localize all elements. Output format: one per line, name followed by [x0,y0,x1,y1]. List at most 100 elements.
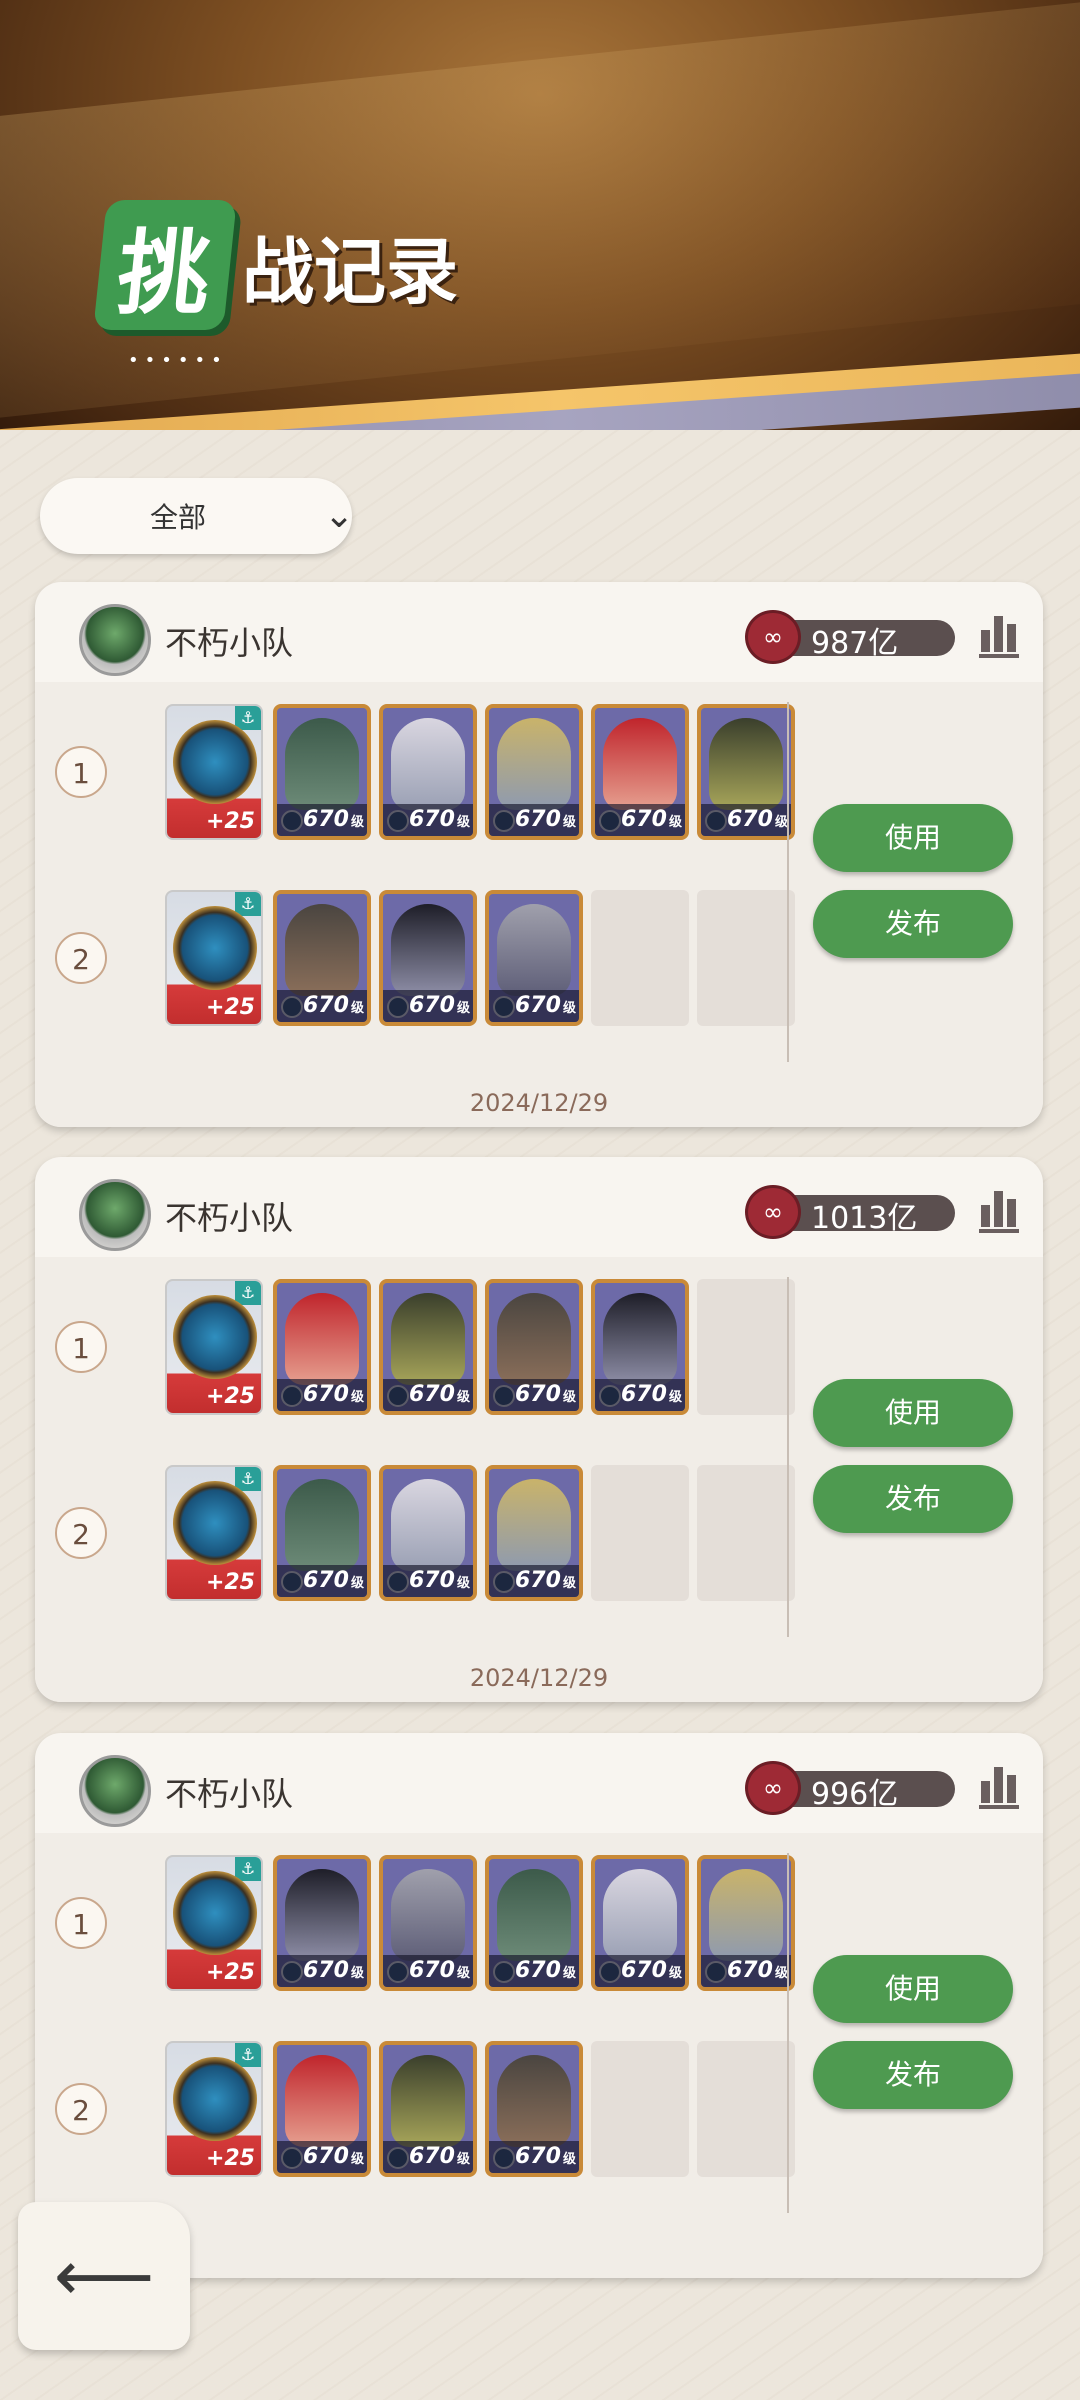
hero-level: 670 级 [277,1379,367,1411]
hero-level: 670 级 [277,1565,367,1597]
empty-slot[interactable] [697,1465,795,1601]
record-date: 2024/12/29 [469,1664,609,1692]
anchor-icon: ⚓ [235,892,261,916]
artifact-bonus: +25 [205,2146,255,2171]
hero-level: 670 级 [701,1955,791,1987]
hero-slot[interactable]: 670 级 [273,2041,371,2177]
artifact-bonus: +25 [205,1384,255,1409]
anchor-icon: ⚓ [235,1281,261,1305]
hero-portrait [709,1869,783,1961]
hero-level: 670 级 [489,990,579,1022]
hero-portrait [497,1479,571,1571]
stats-icon[interactable] [979,1763,1019,1809]
record-card: 不朽小队 ∞ 1013亿 1 ⚓ +25 670 级 670 级 670 级 6… [35,1157,1043,1702]
artifact-bonus: +25 [205,1570,255,1595]
artifact-icon [173,720,257,804]
team-row: 1 ⚓ +25 670 级 670 级 670 级 670 级 [55,1279,795,1419]
hero-slot[interactable]: 670 级 [591,1279,689,1415]
hero-slot[interactable]: 670 级 [697,704,795,840]
avatar[interactable] [79,1755,151,1827]
hero-level: 670 级 [489,1955,579,1987]
hero-portrait [497,2055,571,2147]
team-name: 不朽小队 [165,624,294,662]
artifact-slot[interactable]: ⚓ +25 [165,2041,263,2177]
artifact-icon [173,1481,257,1565]
anchor-icon: ⚓ [235,2043,261,2067]
artifact-bonus: +25 [205,995,255,1020]
hero-slot[interactable]: 670 级 [379,890,477,1026]
artifact-bonus: +25 [205,1960,255,1985]
empty-slot[interactable] [697,890,795,1026]
artifact-slot[interactable]: ⚓ +25 [165,1465,263,1601]
row-number: 1 [55,1321,107,1373]
empty-slot[interactable] [591,2041,689,2177]
team-row: 1 ⚓ +25 670 级 670 级 670 级 670 级 [55,704,795,844]
artifact-slot[interactable]: ⚓ +25 [165,890,263,1026]
hero-slot[interactable]: 670 级 [273,1279,371,1415]
hero-slot[interactable]: 670 级 [273,704,371,840]
page-title: 挑 战记录 [93,190,459,340]
hero-slot[interactable]: 670 级 [697,1855,795,1991]
hero-slot[interactable]: 670 级 [379,2041,477,2177]
hero-portrait [391,1869,465,1961]
avatar[interactable] [79,1179,151,1251]
stats-icon[interactable] [979,1187,1019,1233]
hero-portrait [497,1869,571,1961]
hero-level: 670 级 [383,804,473,836]
hero-portrait [603,1869,677,1961]
hero-slot[interactable]: 670 级 [591,704,689,840]
hero-portrait [709,718,783,810]
empty-slot[interactable] [697,1279,795,1415]
artifact-icon [173,906,257,990]
hero-slot[interactable]: 670 级 [379,704,477,840]
artifact-icon [173,2057,257,2141]
divider [787,1277,789,1637]
hero-portrait [285,718,359,810]
publish-button[interactable]: 发布 [813,890,1013,958]
empty-slot[interactable] [591,1465,689,1601]
hero-slot[interactable]: 670 级 [485,2041,583,2177]
hero-slot[interactable]: 670 级 [485,1279,583,1415]
team-row: 2 ⚓ +25 670 级 670 级 670 级 [55,890,795,1030]
hero-slot[interactable]: 670 级 [591,1855,689,1991]
back-button[interactable]: ⟵ [18,2202,190,2350]
card-header: 不朽小队 ∞ 1013亿 [35,1157,1043,1257]
row-number: 1 [55,1897,107,1949]
hero-slot[interactable]: 670 级 [485,890,583,1026]
hero-slot[interactable]: 670 级 [379,1855,477,1991]
hero-slot[interactable]: 670 级 [485,1855,583,1991]
hero-slot[interactable]: 670 级 [379,1279,477,1415]
publish-button[interactable]: 发布 [813,1465,1013,1533]
publish-button[interactable]: 发布 [813,2041,1013,2109]
hero-portrait [285,904,359,996]
hero-slot[interactable]: 670 级 [273,1855,371,1991]
empty-slot[interactable] [697,2041,795,2177]
row-number: 1 [55,746,107,798]
artifact-slot[interactable]: ⚓ +25 [165,704,263,840]
row-number: 2 [55,2083,107,2135]
anchor-icon: ⚓ [235,1857,261,1881]
use-button[interactable]: 使用 [813,804,1013,872]
title-text: 战记录 [242,229,459,314]
hero-portrait [497,718,571,810]
artifact-slot[interactable]: ⚓ +25 [165,1855,263,1991]
hero-level: 670 级 [489,804,579,836]
infinity-icon: ∞ [745,610,801,664]
card-header: 不朽小队 ∞ 996亿 [35,1733,1043,1833]
artifact-slot[interactable]: ⚓ +25 [165,1279,263,1415]
record-card: 不朽小队 ∞ 996亿 1 ⚓ +25 670 级 670 级 670 级 67… [35,1733,1043,2278]
hero-slot[interactable]: 670 级 [273,1465,371,1601]
hero-slot[interactable]: 670 级 [485,1465,583,1601]
stats-icon[interactable] [979,612,1019,658]
hero-level: 670 级 [383,1379,473,1411]
filter-dropdown[interactable]: 全部 ⌄ [40,478,354,554]
empty-slot[interactable] [591,890,689,1026]
hero-slot[interactable]: 670 级 [273,890,371,1026]
power-score: ∞ 1013亿 [745,1185,961,1239]
use-button[interactable]: 使用 [813,1379,1013,1447]
use-button[interactable]: 使用 [813,1955,1013,2023]
record-card: 不朽小队 ∞ 987亿 1 ⚓ +25 670 级 670 级 670 级 67… [35,582,1043,1127]
hero-slot[interactable]: 670 级 [485,704,583,840]
avatar[interactable] [79,604,151,676]
hero-slot[interactable]: 670 级 [379,1465,477,1601]
